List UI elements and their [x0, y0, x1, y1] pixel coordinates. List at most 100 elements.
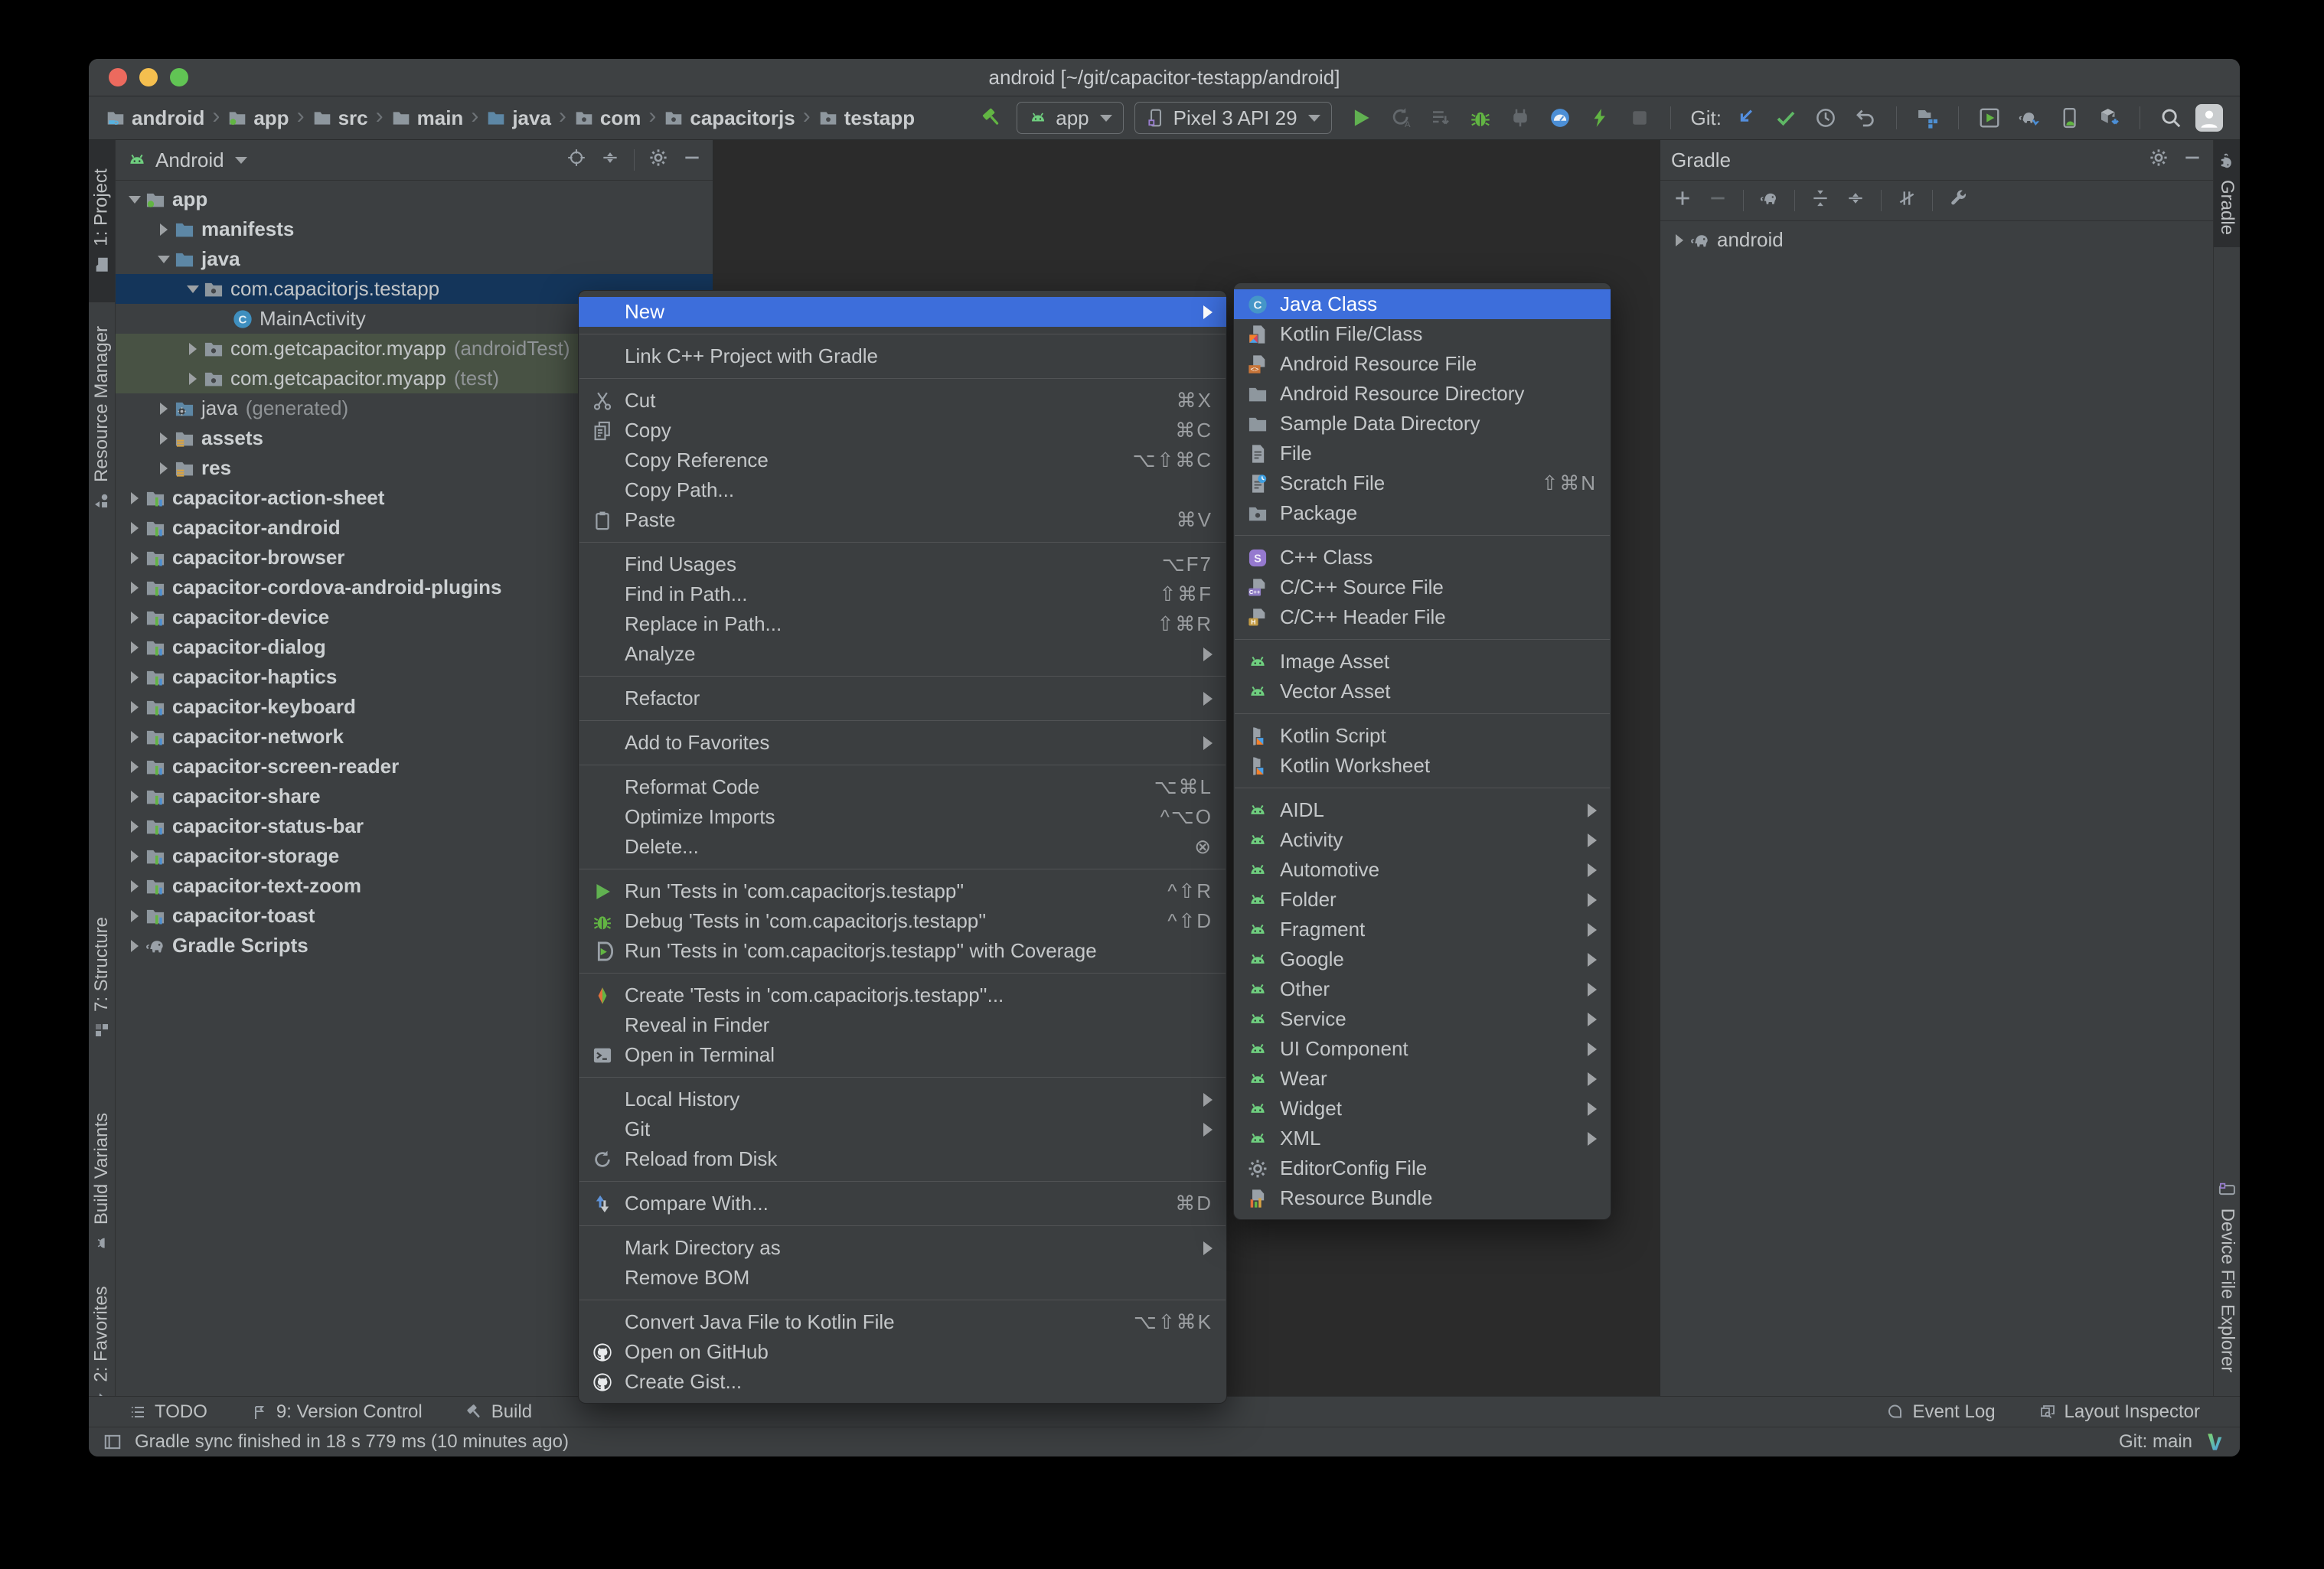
menu-item-add-to-favorites[interactable]: Add to Favorites: [579, 728, 1226, 758]
tree-collapsed-chevron[interactable]: [125, 483, 145, 513]
tool-window-button-build[interactable]: Build: [465, 1401, 532, 1423]
gradle-toolbar-plus-button[interactable]: [1673, 188, 1692, 214]
menu-item-copy-path[interactable]: Copy Path...: [579, 475, 1226, 505]
git-commit-button[interactable]: [1772, 104, 1800, 132]
menu-item-reload-from-disk[interactable]: Reload from Disk: [579, 1144, 1226, 1174]
menu-item-create-tests-in-com-capacitorjs-testapp[interactable]: Create 'Tests in 'com.capacitorjs.testap…: [579, 980, 1226, 1010]
search-everywhere-button[interactable]: [2157, 104, 2185, 132]
tree-collapsed-chevron[interactable]: [183, 364, 203, 393]
menu-item-git[interactable]: Git: [579, 1114, 1226, 1144]
submenu-item-activity[interactable]: Activity: [1234, 825, 1611, 855]
submenu-item-fragment[interactable]: Fragment: [1234, 915, 1611, 944]
tree-collapsed-chevron[interactable]: [125, 752, 145, 781]
breadcrumb-item-main[interactable]: main: [391, 106, 463, 130]
close-button[interactable]: [109, 68, 127, 86]
tree-collapsed-chevron[interactable]: [125, 811, 145, 841]
tree-expanded-chevron[interactable]: [125, 184, 145, 214]
avatar[interactable]: [2195, 104, 2223, 132]
sdk-manager-button[interactable]: [2095, 104, 2123, 132]
gradle-toolbar-minus-dim-button[interactable]: [1708, 188, 1728, 214]
tree-collapsed-chevron[interactable]: [125, 543, 145, 572]
menu-item-cut[interactable]: Cut ⌘X: [579, 386, 1226, 416]
submenu-item-resource-bundle[interactable]: Resource Bundle: [1234, 1183, 1611, 1213]
submenu-item-automotive[interactable]: Automotive: [1234, 855, 1611, 885]
tree-collapsed-chevron[interactable]: [125, 901, 145, 931]
tool-window-button-9-version-control[interactable]: 9: Version Control: [250, 1401, 423, 1423]
submenu-item-scratch-file[interactable]: Scratch File ⇧⌘N: [1234, 468, 1611, 498]
tree-collapsed-chevron[interactable]: [1670, 225, 1689, 255]
git-update-button[interactable]: [1732, 104, 1760, 132]
menu-item-find-in-path[interactable]: Find in Path... ⇧⌘F: [579, 579, 1226, 609]
stop-button[interactable]: [1626, 104, 1653, 132]
zoom-button[interactable]: [170, 68, 188, 86]
submenu-item-sample-data-directory[interactable]: Sample Data Directory: [1234, 409, 1611, 439]
submenu-item-folder[interactable]: Folder: [1234, 885, 1611, 915]
breadcrumb-item-src[interactable]: src: [312, 106, 368, 130]
menu-item-compare-with[interactable]: Compare With... ⌘D: [579, 1189, 1226, 1218]
gradle-panel-minus-button[interactable]: [2182, 148, 2202, 173]
tool-window-button-layout-inspector[interactable]: Layout Inspector: [2038, 1401, 2200, 1423]
tree-row-android[interactable]: android: [1660, 225, 2213, 255]
submenu-item-c-c-source-file[interactable]: C++ C/C++ Source File: [1234, 572, 1611, 602]
gradle-toolbar-skip-button[interactable]: [1897, 188, 1917, 214]
submenu-item-c-c-header-file[interactable]: H C/C++ Header File: [1234, 602, 1611, 632]
breadcrumb-item-com[interactable]: com: [574, 106, 641, 130]
menu-item-copy-reference[interactable]: Copy Reference ⌥⇧⌘C: [579, 445, 1226, 475]
submenu-item-android-resource-directory[interactable]: Android Resource Directory: [1234, 379, 1611, 409]
project-panel-target-button[interactable]: [566, 148, 586, 173]
tool-window-switcher-icon[interactable]: [103, 1432, 122, 1452]
tree-collapsed-chevron[interactable]: [125, 931, 145, 961]
menu-item-local-history[interactable]: Local History: [579, 1085, 1226, 1114]
menu-item-reveal-in-finder[interactable]: Reveal in Finder: [579, 1010, 1226, 1040]
menu-item-new[interactable]: New: [579, 297, 1226, 327]
tree-collapsed-chevron[interactable]: [125, 662, 145, 692]
build-button[interactable]: [978, 104, 1006, 132]
tree-expanded-chevron[interactable]: [183, 274, 203, 304]
tree-row-manifests[interactable]: manifests: [116, 214, 713, 244]
tree-collapsed-chevron[interactable]: [183, 334, 203, 364]
tool-window-tab-1-project[interactable]: 1: Project: [89, 140, 115, 302]
menu-item-optimize-imports[interactable]: Optimize Imports ^⌥O: [579, 802, 1226, 832]
tree-collapsed-chevron[interactable]: [125, 632, 145, 662]
tree-expanded-chevron[interactable]: [154, 244, 174, 274]
profiler-button[interactable]: [1546, 104, 1574, 132]
submenu-item-other[interactable]: Other: [1234, 974, 1611, 1004]
tree-row-java[interactable]: java: [116, 244, 713, 274]
gradle-toolbar-wrench-button[interactable]: [1948, 188, 1968, 214]
submenu-item-android-resource-file[interactable]: <> Android Resource File: [1234, 349, 1611, 379]
tree-collapsed-chevron[interactable]: [125, 602, 145, 632]
submenu-item-kotlin-worksheet[interactable]: Kotlin Worksheet: [1234, 751, 1611, 781]
tool-window-tab-gradle[interactable]: Gradle: [2214, 140, 2240, 247]
menu-item-paste[interactable]: Paste ⌘V: [579, 505, 1226, 535]
breadcrumb-item-testapp[interactable]: testapp: [818, 106, 915, 130]
menu-item-analyze[interactable]: Analyze: [579, 639, 1226, 669]
minimize-button[interactable]: [139, 68, 158, 86]
apply-changes-button[interactable]: [1586, 104, 1614, 132]
submenu-item-vector-asset[interactable]: Vector Asset: [1234, 677, 1611, 706]
menu-item-replace-in-path[interactable]: Replace in Path... ⇧⌘R: [579, 609, 1226, 639]
submenu-item-aidl[interactable]: AIDL: [1234, 795, 1611, 825]
apply-list-button[interactable]: [1427, 104, 1454, 132]
tree-collapsed-chevron[interactable]: [125, 781, 145, 811]
submenu-item-wear[interactable]: Wear: [1234, 1064, 1611, 1094]
submenu-item-file[interactable]: File: [1234, 439, 1611, 468]
menu-item-link-c-project-with-gradle[interactable]: Link C++ Project with Gradle: [579, 341, 1226, 371]
tree-collapsed-chevron[interactable]: [154, 214, 174, 244]
tree-collapsed-chevron[interactable]: [125, 841, 145, 871]
menu-item-refactor[interactable]: Refactor: [579, 683, 1226, 713]
avd-manager-button[interactable]: [1976, 104, 2003, 132]
attach-button[interactable]: [1506, 104, 1534, 132]
submenu-item-ui-component[interactable]: UI Component: [1234, 1034, 1611, 1064]
restart-button[interactable]: A: [1387, 104, 1415, 132]
project-panel-collapse-all-button[interactable]: [600, 148, 620, 173]
tree-collapsed-chevron[interactable]: [125, 871, 145, 901]
menu-item-convert-java-file-to-kotlin-file[interactable]: Convert Java File to Kotlin File ⌥⇧⌘K: [579, 1307, 1226, 1337]
submenu-item-widget[interactable]: Widget: [1234, 1094, 1611, 1124]
project-panel-minus-button[interactable]: [682, 148, 702, 173]
menu-item-debug-tests-in-com-capacitorjs-testapp[interactable]: Debug 'Tests in 'com.capacitorjs.testapp…: [579, 906, 1226, 936]
tree-collapsed-chevron[interactable]: [125, 513, 145, 543]
device-manager-button[interactable]: [2055, 104, 2083, 132]
gradle-panel-gear-button[interactable]: [2149, 148, 2169, 173]
submenu-item-image-asset[interactable]: Image Asset: [1234, 647, 1611, 677]
menu-item-copy[interactable]: Copy ⌘C: [579, 416, 1226, 445]
